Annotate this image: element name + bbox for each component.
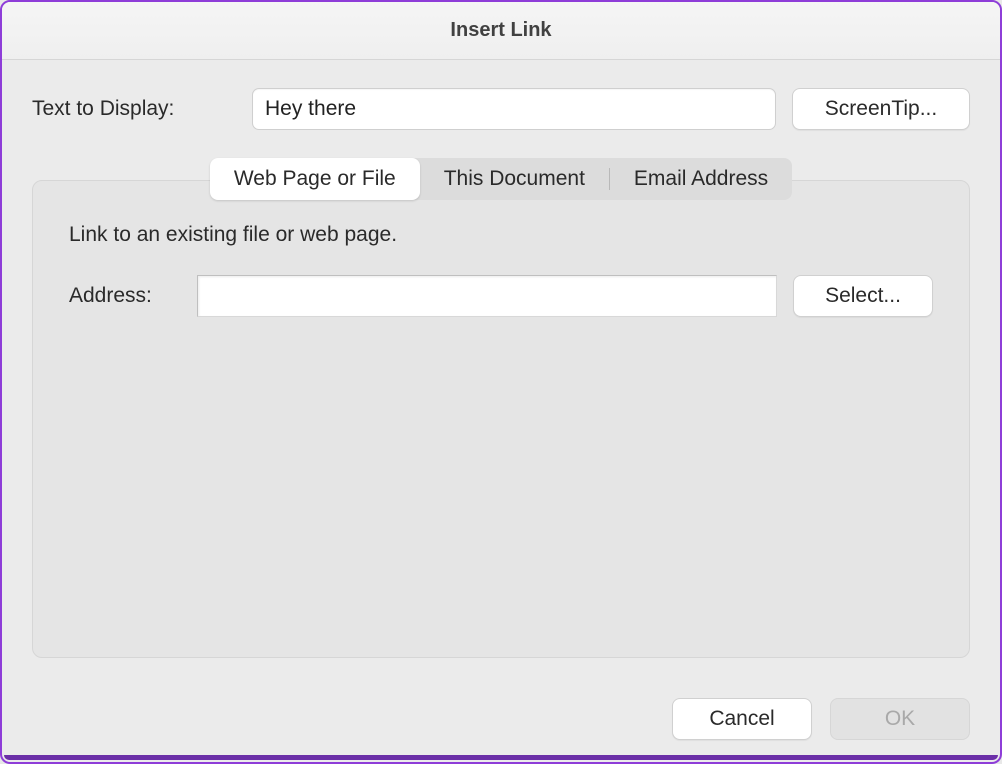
- insert-link-dialog: Insert Link Text to Display: ScreenTip..…: [0, 0, 1002, 764]
- panel-description: Link to an existing file or web page.: [69, 223, 933, 247]
- dialog-content: Text to Display: ScreenTip... Web Page o…: [2, 60, 1000, 694]
- address-row: Address: Select...: [69, 275, 933, 317]
- text-to-display-label: Text to Display:: [32, 97, 252, 121]
- dialog-title: Insert Link: [450, 19, 551, 42]
- tab-group: Web Page or File This Document Email Add…: [210, 158, 792, 200]
- address-label: Address:: [69, 284, 197, 308]
- text-to-display-input[interactable]: [252, 88, 776, 130]
- cancel-button[interactable]: Cancel: [672, 698, 812, 740]
- text-to-display-row: Text to Display: ScreenTip...: [32, 88, 970, 130]
- link-panel: Link to an existing file or web page. Ad…: [32, 180, 970, 658]
- address-input[interactable]: [197, 275, 777, 317]
- bottom-edge: [4, 755, 998, 760]
- panel-outer: Link to an existing file or web page. Ad…: [32, 180, 970, 658]
- tab-email-address[interactable]: Email Address: [610, 158, 792, 200]
- screentip-button[interactable]: ScreenTip...: [792, 88, 970, 130]
- tab-this-document[interactable]: This Document: [420, 158, 609, 200]
- tab-web-page-or-file[interactable]: Web Page or File: [210, 158, 420, 200]
- dialog-footer: Cancel OK: [2, 694, 1000, 762]
- titlebar: Insert Link: [2, 2, 1000, 60]
- ok-button: OK: [830, 698, 970, 740]
- select-button[interactable]: Select...: [793, 275, 933, 317]
